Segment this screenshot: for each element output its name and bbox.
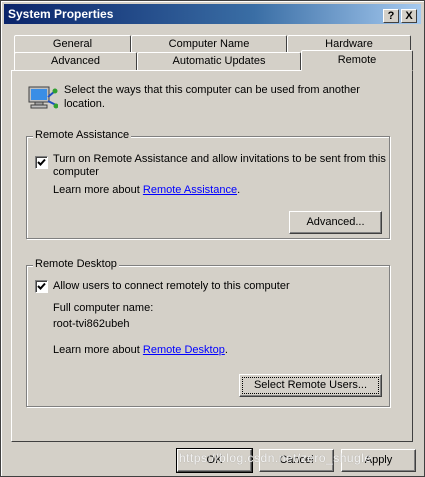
remote-assistance-link[interactable]: Remote Assistance [143, 184, 237, 196]
remote-desktop-learn-more: Learn more about Remote Desktop. [53, 344, 228, 356]
advanced-button[interactable]: Advanced... [289, 211, 382, 234]
remote-assistance-label-line1[interactable]: Turn on Remote Assistance and allow invi… [53, 153, 386, 165]
remote-assistance-group: Remote Assistance Turn on Remote Assista… [26, 129, 390, 239]
select-remote-users-button[interactable]: Select Remote Users... [239, 374, 382, 397]
remote-desktop-link[interactable]: Remote Desktop [143, 344, 225, 356]
system-properties-window: System Properties ? X General Computer N… [0, 0, 425, 477]
computer-network-icon [26, 83, 59, 118]
close-button[interactable]: X [401, 9, 417, 23]
remote-assistance-learn-more: Learn more about Remote Assistance. [53, 184, 240, 196]
tab-automatic-updates[interactable]: Automatic Updates [137, 52, 301, 71]
learn-more-suffix: . [224, 344, 228, 356]
remote-assistance-label-line2[interactable]: computer [53, 166, 99, 178]
full-computer-name-value: root-tvi862ubeh [53, 318, 130, 330]
learn-more-prefix: Learn more about [53, 184, 140, 196]
remote-desktop-title: Remote Desktop [33, 258, 119, 270]
checkmark-icon [37, 158, 46, 166]
help-button[interactable]: ? [383, 9, 399, 23]
title-bar[interactable]: System Properties ? X [4, 4, 421, 24]
learn-more-prefix: Learn more about [53, 344, 140, 356]
remote-assistance-title: Remote Assistance [33, 129, 132, 141]
checkmark-icon [37, 282, 46, 290]
remote-assistance-checkbox[interactable] [35, 156, 48, 169]
remote-desktop-label[interactable]: Allow users to connect remotely to this … [53, 280, 290, 292]
intro-text-line2: location. [64, 98, 105, 110]
tab-panel-remote: Select the ways that this computer can b… [11, 70, 413, 442]
remote-desktop-group: Remote Desktop Allow users to connect re… [26, 258, 390, 407]
tab-advanced[interactable]: Advanced [14, 52, 137, 71]
tab-remote[interactable]: Remote [301, 50, 413, 71]
full-computer-name-label: Full computer name: [53, 302, 154, 314]
remote-desktop-checkbox[interactable] [35, 280, 48, 293]
watermark: https://blog.csdn.net/zero_shugle [179, 451, 372, 465]
intro-text-line1: Select the ways that this computer can b… [64, 84, 360, 96]
window-title: System Properties [8, 7, 114, 21]
learn-more-suffix: . [237, 184, 241, 196]
